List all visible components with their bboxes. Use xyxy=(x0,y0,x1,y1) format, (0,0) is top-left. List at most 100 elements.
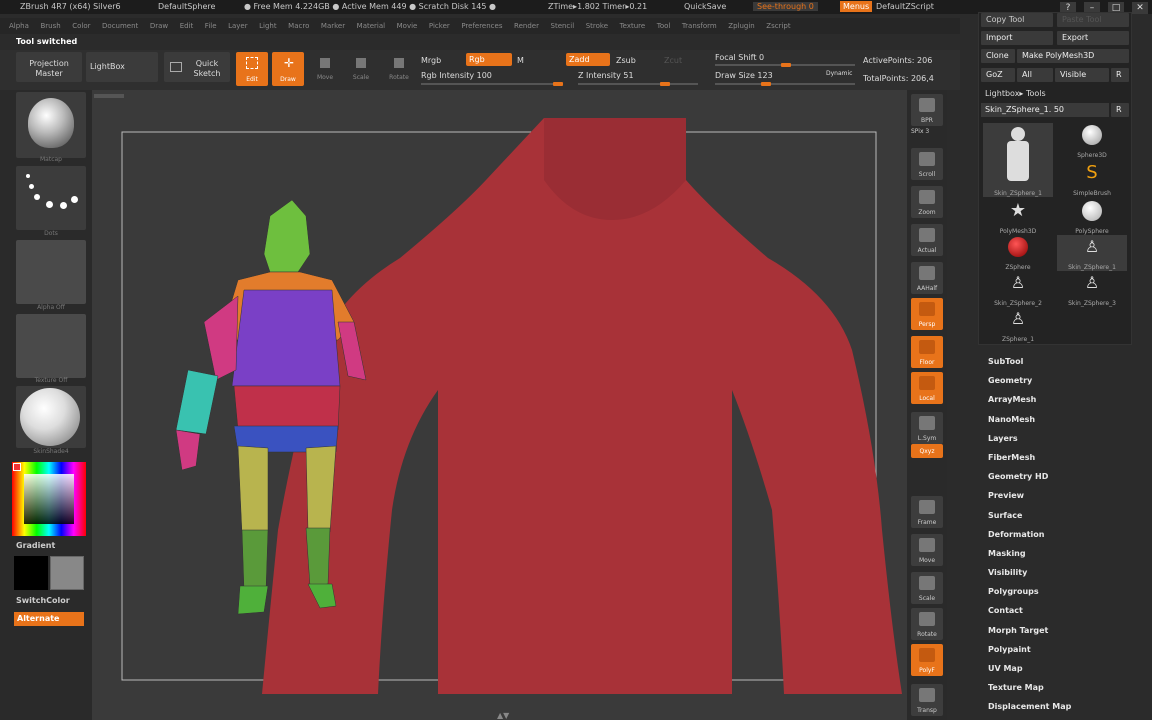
menu-alpha[interactable]: Alpha xyxy=(9,18,29,34)
tool-thumb-sphere3d[interactable]: Sphere3D xyxy=(1057,123,1127,159)
rgb-intensity-slider[interactable] xyxy=(421,82,563,86)
move-view-button[interactable]: Move xyxy=(911,534,943,566)
move-button[interactable]: Move xyxy=(310,52,340,86)
tool-thumb-skin-zsphere-2[interactable]: ♙ Skin_ZSphere_2 xyxy=(983,271,1053,307)
menu-edit[interactable]: Edit xyxy=(180,18,194,34)
menu-color[interactable]: Color xyxy=(72,18,90,34)
menu-zscript[interactable]: Zscript xyxy=(766,18,790,34)
xyz-button[interactable]: Qxyz xyxy=(911,444,943,458)
quicksave-button[interactable]: QuickSave xyxy=(684,2,726,11)
quick-sketch-button[interactable]: Quick Sketch xyxy=(164,52,230,82)
menu-brush[interactable]: Brush xyxy=(40,18,60,34)
menu-macro[interactable]: Macro xyxy=(288,18,309,34)
draw-size-slider[interactable] xyxy=(715,82,855,86)
focal-shift-slider[interactable] xyxy=(715,63,855,67)
menu-preview[interactable]: Preview xyxy=(988,486,1138,505)
menu-document[interactable]: Document xyxy=(102,18,138,34)
transp-button[interactable]: Transp xyxy=(911,684,943,716)
default-zscript-button[interactable]: DefaultZScript xyxy=(876,2,934,11)
menu-subtool[interactable]: SubTool xyxy=(988,352,1138,371)
visible-button[interactable]: Visible xyxy=(1055,68,1109,82)
export-button[interactable]: Export xyxy=(1057,31,1129,45)
menu-layers[interactable]: Layers xyxy=(988,429,1138,448)
dynamic-button[interactable]: Dynamic xyxy=(826,70,852,77)
menu-draw[interactable]: Draw xyxy=(150,18,168,34)
draw-button[interactable]: ✛ Draw xyxy=(272,52,304,86)
tool-thumb-polymesh3d[interactable]: ★ PolyMesh3D xyxy=(983,199,1053,236)
secondary-color-swatch[interactable] xyxy=(50,556,84,590)
menu-masking[interactable]: Masking xyxy=(988,544,1138,563)
aahalf-button[interactable]: AAHalf xyxy=(911,262,943,294)
tool-thumb-skin-zsphere-3[interactable]: ♙ Skin_ZSphere_3 xyxy=(1057,271,1127,307)
color-picker[interactable] xyxy=(12,462,86,536)
persp-button[interactable]: Persp xyxy=(911,298,943,330)
copy-tool-button[interactable]: Copy Tool xyxy=(981,13,1053,27)
floor-button[interactable]: Floor xyxy=(911,336,943,368)
menu-texture[interactable]: Texture xyxy=(620,18,646,34)
menu-nanomesh[interactable]: NanoMesh xyxy=(988,410,1138,429)
spix-slider[interactable]: SPix 3 xyxy=(911,128,929,135)
lsym-button[interactable]: L.Sym xyxy=(911,412,943,444)
menu-visibility[interactable]: Visibility xyxy=(988,563,1138,582)
tool-thumb-polysphere[interactable]: PolySphere xyxy=(1057,199,1127,235)
menu-displacement-map[interactable]: Displacement Map xyxy=(988,697,1138,716)
menu-morph-target[interactable]: Morph Target xyxy=(988,621,1138,640)
menu-stencil[interactable]: Stencil xyxy=(551,18,575,34)
scale-view-button[interactable]: Scale xyxy=(911,572,943,604)
zadd-button[interactable]: Zadd xyxy=(566,53,610,66)
menu-polygroups[interactable]: Polygroups xyxy=(988,582,1138,601)
menu-movie[interactable]: Movie xyxy=(397,18,418,34)
menu-preferences[interactable]: Preferences xyxy=(461,18,502,34)
goz-button[interactable]: GoZ xyxy=(981,68,1015,82)
tool-thumb-skin-zsphere-1[interactable]: ♙ Skin_ZSphere_1 xyxy=(1057,235,1127,271)
lightbox-tools-button[interactable]: Lightbox▸ Tools xyxy=(985,89,1046,98)
rotate-button[interactable]: Rotate xyxy=(384,52,414,86)
frame-button[interactable]: Frame xyxy=(911,496,943,528)
color-picker-square[interactable] xyxy=(24,474,74,524)
close-icon[interactable]: ✕ xyxy=(1132,2,1148,14)
make-polymesh-button[interactable]: Make PolyMesh3D xyxy=(1017,49,1129,63)
projection-master-button[interactable]: Projection Master xyxy=(16,52,82,82)
menu-arraymesh[interactable]: ArrayMesh xyxy=(988,390,1138,409)
menu-light[interactable]: Light xyxy=(259,18,276,34)
local-button[interactable]: Local xyxy=(911,372,943,404)
menu-geometry[interactable]: Geometry xyxy=(988,371,1138,390)
r-button[interactable]: R xyxy=(1111,68,1129,82)
zsub-button[interactable]: Zsub xyxy=(616,56,636,65)
menu-stroke[interactable]: Stroke xyxy=(586,18,608,34)
menu-contact[interactable]: Contact xyxy=(988,601,1138,620)
texture-thumbnail[interactable] xyxy=(16,314,86,378)
tool-thumb-skin-zsphere-1-large[interactable]: Skin_ZSphere_1 xyxy=(983,123,1053,197)
scroll-button[interactable]: Scroll xyxy=(911,148,943,180)
color-swatch-small[interactable] xyxy=(13,463,21,471)
z-intensity-slider[interactable] xyxy=(578,82,698,86)
tool-thumb-zsphere[interactable]: ZSphere xyxy=(983,235,1053,271)
alternate-button[interactable]: Alternate xyxy=(14,612,84,626)
stroke-thumbnail[interactable] xyxy=(16,166,86,230)
m-button[interactable]: M xyxy=(517,56,524,65)
tool-thumb-zsphere-1[interactable]: ♙ ZSphere_1 xyxy=(983,307,1053,343)
zoom-button[interactable]: Zoom xyxy=(911,186,943,218)
menu-file[interactable]: File xyxy=(205,18,217,34)
menu-material[interactable]: Material xyxy=(357,18,385,34)
menu-layer[interactable]: Layer xyxy=(228,18,248,34)
polyf-button[interactable]: PolyF xyxy=(911,644,943,676)
zcut-button[interactable]: Zcut xyxy=(664,56,682,65)
menu-deformation[interactable]: Deformation xyxy=(988,525,1138,544)
edit-button[interactable]: Edit xyxy=(236,52,268,86)
menus-toggle[interactable]: Menus xyxy=(840,1,873,12)
paste-tool-button[interactable]: Paste Tool xyxy=(1057,13,1129,27)
rgb-button[interactable]: Rgb xyxy=(466,53,512,66)
menu-geometry-hd[interactable]: Geometry HD xyxy=(988,467,1138,486)
actual-button[interactable]: Actual xyxy=(911,224,943,256)
main-color-swatch[interactable] xyxy=(14,556,48,590)
menu-polypaint[interactable]: Polypaint xyxy=(988,640,1138,659)
document-canvas[interactable]: ▲▼ xyxy=(92,90,907,720)
see-through-slider[interactable]: See-through 0 xyxy=(753,2,818,11)
all-button[interactable]: All xyxy=(1017,68,1053,82)
menu-marker[interactable]: Marker xyxy=(321,18,345,34)
material-thumbnail[interactable] xyxy=(16,92,86,158)
switch-color-button[interactable]: SwitchColor xyxy=(16,596,70,605)
current-tool-slider[interactable]: Skin_ZSphere_1. 50 xyxy=(981,103,1109,117)
rotate-view-button[interactable]: Rotate xyxy=(911,608,943,640)
